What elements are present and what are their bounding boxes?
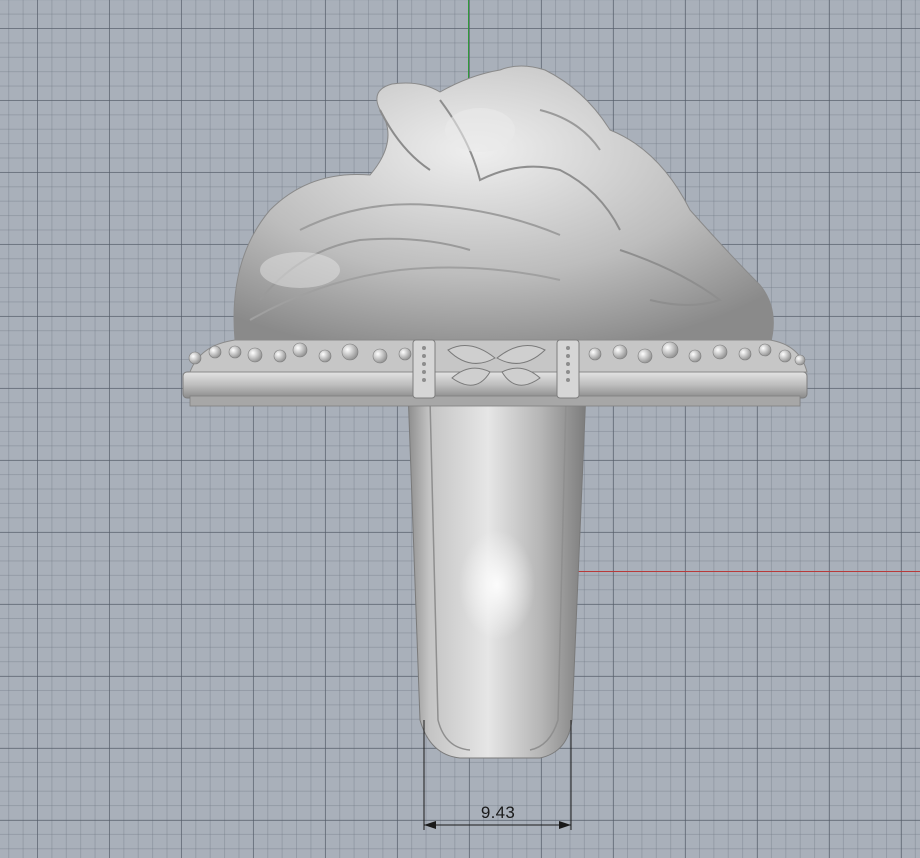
dimension-value: 9.43 (480, 803, 516, 822)
ring-bezel (182, 339, 808, 407)
ring-shank (407, 389, 587, 759)
ring-head-sculpture (233, 65, 774, 346)
ring-model[interactable] (0, 0, 920, 858)
viewport-3d[interactable]: 9.43 (0, 0, 920, 858)
